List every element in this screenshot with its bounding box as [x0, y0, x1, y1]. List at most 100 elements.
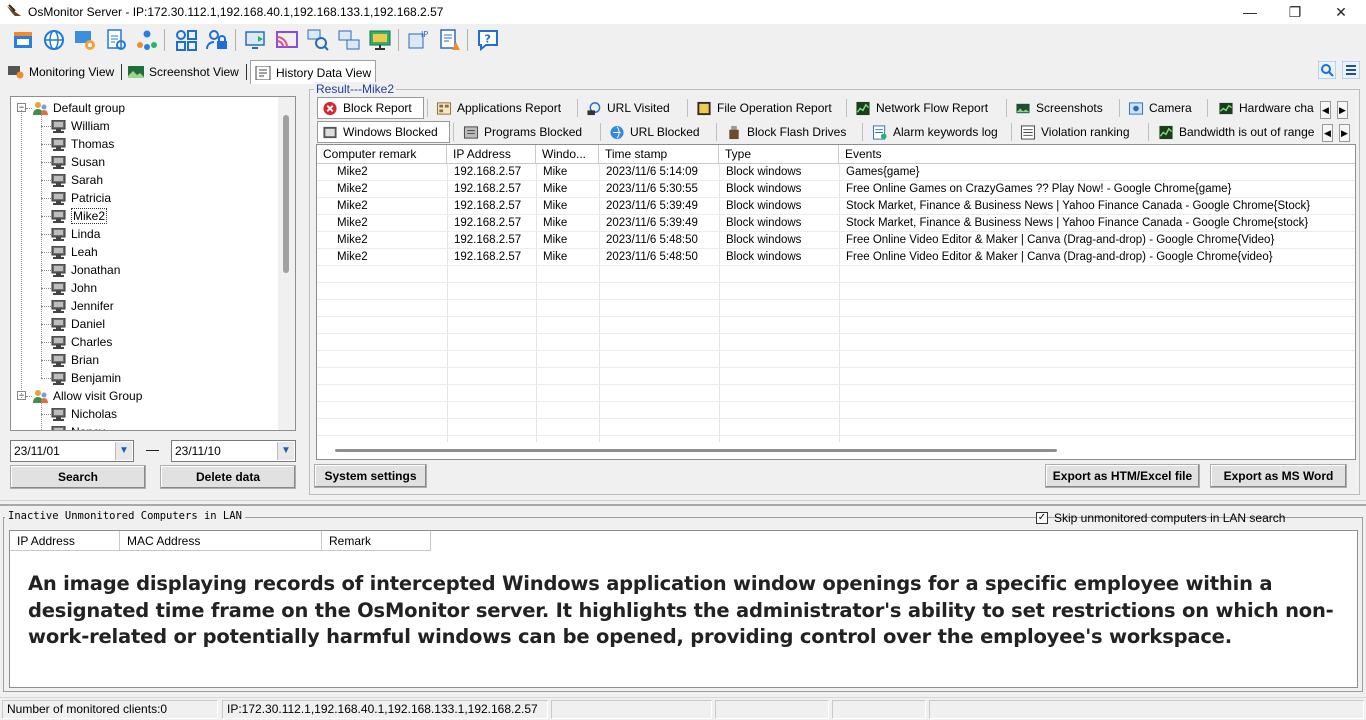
checkbox-check-icon[interactable]: ✓ [1036, 512, 1048, 524]
table-row[interactable]: Mike2 192.168.2.57 Mike 2023/11/6 5:30:55 Bl… [317, 181, 1355, 198]
date-range-separator: — [146, 442, 159, 457]
report-tab[interactable]: Block Report [317, 97, 424, 119]
computer-icon [51, 263, 66, 277]
tree-computer-item[interactable]: Nancy [51, 423, 105, 430]
tree-computer-item[interactable]: Thomas [51, 135, 114, 153]
report-tab[interactable]: Applications Report [432, 97, 573, 119]
minimize-button[interactable]: — [1227, 2, 1273, 22]
tree-computer-item[interactable]: Sarah [51, 171, 103, 189]
tree-computer-item[interactable]: John [51, 279, 97, 297]
ip-config-icon[interactable]: IP [407, 28, 431, 52]
tree-computer-item[interactable]: Brian [51, 351, 99, 369]
report-tab[interactable]: URL Visited [582, 97, 681, 119]
column-header[interactable]: Remark [322, 531, 431, 551]
report-tab[interactable]: Alarm keywords log [868, 121, 1008, 143]
lock-user-icon[interactable] [205, 28, 229, 52]
tree-computer-item[interactable]: Leah [51, 243, 98, 261]
tree-computer-item[interactable]: Jonathan [51, 261, 120, 279]
report-tab[interactable]: Windows Blocked [317, 121, 450, 143]
column-header[interactable]: Computer remark [317, 145, 447, 164]
table-horizontal-scrollbar[interactable] [317, 442, 1355, 459]
export-ms-word-button[interactable]: Export as MS Word [1210, 464, 1347, 488]
report-tab[interactable]: File Operation Report [692, 97, 842, 119]
search-button[interactable]: Search [10, 465, 146, 489]
date-to-picker[interactable]: 23/11/10 ▼ [171, 440, 296, 462]
report-tab[interactable]: Network Flow Report [851, 97, 1001, 119]
delete-data-button[interactable]: Delete data [160, 465, 296, 489]
close-button[interactable]: ✕ [1318, 2, 1364, 22]
tree-computer-item[interactable]: Patricia [51, 189, 111, 207]
report-tab[interactable]: Violation ranking [1016, 121, 1146, 143]
chevron-down-icon[interactable]: ▼ [115, 442, 132, 460]
date-from-picker[interactable]: 23/11/01 ▼ [10, 440, 134, 462]
export-htm-excel-button[interactable]: Export as HTM/Excel file [1045, 464, 1200, 488]
remote-screen-icon[interactable] [244, 28, 268, 52]
table-row[interactable]: Mike2 192.168.2.57 Mike 2023/11/6 5:48:50 Bl… [317, 249, 1355, 266]
tree-group[interactable]: Allow visit Group [32, 387, 142, 405]
table-cell: 2023/11/6 5:39:49 [606, 200, 698, 212]
column-header[interactable]: Events [839, 145, 1355, 164]
table-row[interactable]: Mike2 192.168.2.57 Mike 2023/11/6 5:39:49 Bl… [317, 215, 1355, 232]
report-tab[interactable]: URL Blocked [605, 121, 710, 143]
tree-computer-item[interactable]: Linda [51, 225, 100, 243]
tabs-scroll-right-button[interactable]: ▶ [1337, 101, 1348, 119]
tree-scrollbar[interactable] [278, 97, 295, 430]
system-settings-button[interactable]: System settings [314, 464, 427, 488]
report-tab[interactable]: Screenshots [1011, 97, 1115, 119]
tabs2-scroll-left-button[interactable]: ◀ [1322, 124, 1333, 142]
tree-computer-item[interactable]: Charles [51, 333, 112, 351]
column-header[interactable]: MAC Address [120, 531, 322, 551]
app-window-icon[interactable] [11, 28, 35, 52]
table-row[interactable]: Mike2 192.168.2.57 Mike 2023/11/6 5:39:49 Bl… [317, 198, 1355, 215]
list-view-icon[interactable] [1342, 61, 1360, 79]
tree-computer-item[interactable]: Nicholas [51, 405, 117, 423]
tree-computer-item[interactable]: Jennifer [51, 297, 114, 315]
cast-icon[interactable] [275, 28, 299, 52]
globe-icon[interactable] [42, 28, 66, 52]
alarm-doc-icon[interactable] [438, 28, 462, 52]
report-tab[interactable]: Hardware cha [1214, 97, 1318, 119]
report-tab[interactable]: Block Flash Drives [722, 121, 860, 143]
column-header[interactable]: IP Address [447, 145, 536, 164]
tabs-scroll-left-button[interactable]: ◀ [1320, 101, 1331, 119]
report-tab[interactable]: Programs Blocked [459, 121, 598, 143]
maximize-button[interactable]: ❐ [1272, 2, 1318, 22]
tree-computer-item[interactable]: Susan [51, 153, 105, 171]
tab-screenshot-view[interactable]: Screenshot View [128, 60, 239, 84]
app-grid-icon[interactable] [174, 28, 198, 52]
table-cell: Block windows [726, 166, 802, 178]
tree-computer-item[interactable]: Benjamin [51, 369, 121, 387]
column-header[interactable]: Type [719, 145, 839, 164]
panel-splitter[interactable] [0, 500, 1366, 506]
table-row[interactable]: Mike2 192.168.2.57 Mike 2023/11/6 5:48:50 Bl… [317, 232, 1355, 249]
help-icon[interactable]: ? [476, 28, 500, 52]
monitor-stand-icon[interactable] [368, 28, 392, 52]
tree-computer-item[interactable]: Mike2 [51, 207, 108, 225]
column-header[interactable]: Windo... [536, 145, 599, 164]
chevron-down-icon[interactable]: ▼ [277, 442, 294, 460]
tree-connector [41, 113, 42, 378]
column-header[interactable]: Time stamp [599, 145, 719, 164]
tab-separator [1119, 99, 1120, 117]
users-network-icon[interactable] [135, 28, 159, 52]
skip-unmonitored-checkbox[interactable]: ✓ Skip unmonitored computers in LAN sear… [1036, 511, 1285, 525]
monitor-settings-icon[interactable] [73, 28, 97, 52]
tab-monitoring-view[interactable]: Monitoring View [8, 60, 114, 84]
report-tab[interactable]: Camera [1124, 97, 1206, 119]
tree-group[interactable]: Default group [32, 99, 125, 117]
lan-computers-table[interactable]: IP Address MAC Address Remark An image d… [9, 530, 1358, 688]
table-row[interactable]: Mike2 192.168.2.57 Mike 2023/11/6 5:14:09 Bl… [317, 164, 1355, 181]
column-header[interactable]: IP Address [10, 531, 120, 551]
search-icon[interactable] [1318, 61, 1336, 79]
block-report-table[interactable]: Computer remark IP Address Windo... Time st… [316, 144, 1356, 460]
table-cell: Block windows [726, 183, 802, 195]
report-tab[interactable]: Bandwidth is out of range [1154, 121, 1320, 143]
network-computers-icon[interactable] [337, 28, 361, 52]
tree-computer-item[interactable]: Daniel [51, 315, 105, 333]
computer-tree[interactable]: − Default group William Thomas Susan Sarah Pat… [10, 96, 296, 431]
tree-computer-item[interactable]: William [51, 117, 110, 135]
search-network-icon[interactable] [306, 28, 330, 52]
tabs2-scroll-right-button[interactable]: ▶ [1339, 124, 1350, 142]
tab-history-data-view[interactable]: History Data View [250, 60, 377, 84]
document-scan-icon[interactable] [104, 28, 128, 52]
